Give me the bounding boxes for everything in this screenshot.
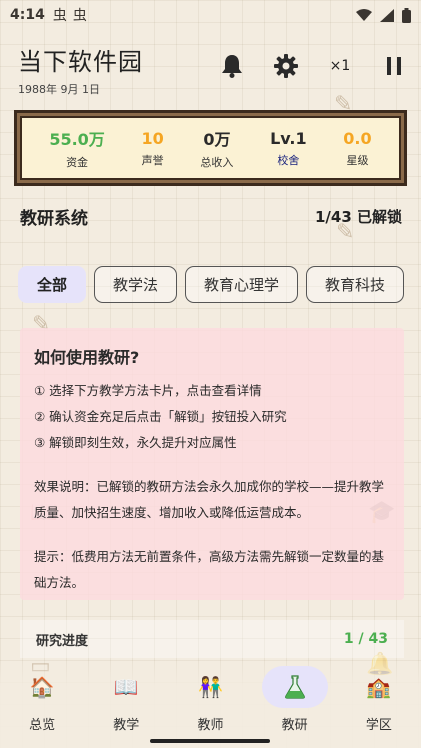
stat-label: 星级 [346,153,369,167]
app-header: 当下软件园 1988年 9月 1日 ×1 [18,42,408,98]
nav-teaching[interactable]: 📖 教学 [86,666,166,733]
status-time: 4:14 [10,7,45,23]
research-progress: 研究进度 1 / 43 [20,620,404,658]
category-tabs: 全部 教学法 教育心理学 教育科技 [18,266,421,304]
section-title: 教研系统 [20,209,88,229]
flask-icon [261,666,328,708]
help-card: 如何使用教研? ① 选择下方教学方法卡片，点击查看详情 ② 确认资金充足后点击「… [20,328,404,600]
tab-teaching-methods[interactable]: 教学法 [94,266,178,303]
help-title: 如何使用教研? [34,348,140,367]
stat-label: 校舍 [277,153,300,167]
stat-value: 0万 [203,130,231,149]
stat-value: Lv.1 [270,128,307,148]
stat-label: 总收入 [200,156,234,169]
book-icon: 📖 [113,675,139,699]
nav-overview[interactable]: 🏠 总览 [2,666,82,733]
bell-icon [222,55,242,78]
bottom-navigation: 🏠 总览 📖 教学 👫 教师 教研 🏫 学区 [0,660,421,748]
help-step: ① 选择下方教学方法卡片，点击查看详情 [34,383,262,398]
nav-label: 学区 [365,718,392,733]
nav-teachers[interactable]: 👫 教师 [170,666,250,733]
unlocked-count: 1/43 已解锁 [314,208,402,226]
stat-star-rating: 0.0 星级 [343,129,371,168]
help-effect-text: 效果说明：已解锁的教研方法会永久加成你的学校——提升教学质量、加快招生速度、增加… [34,479,385,520]
status-bar: 4:14 虫 虫 [0,0,421,30]
pause-button[interactable] [380,52,408,80]
stat-funds: 55.0万 资金 [49,126,104,170]
progress-value: 1 / 43 [343,631,388,647]
research-section-header: 教研系统 1/43 已解锁 [20,204,402,229]
notifications-button[interactable] [218,52,246,80]
notification-icons: 虫 虫 [53,5,87,25]
speed-button[interactable]: ×1 [326,52,354,80]
help-step: ③ 解锁即刻生效，永久提升对应属性 [34,435,237,450]
stats-panel: 55.0万 资金 10 声誉 0万 总收入 Lv.1 校舍 0.0 星级 [14,110,407,186]
tab-educational-psychology[interactable]: 教育心理学 [185,266,299,303]
stat-reputation: 10 声誉 [141,129,163,168]
nav-label: 总览 [29,718,56,733]
tab-education-technology[interactable]: 教育科技 [306,266,405,303]
nav-district[interactable]: 🏫 学区 [339,666,419,733]
nav-label: 教师 [197,718,224,733]
settings-button[interactable] [272,52,300,80]
pause-icon [387,57,401,75]
system-icons [356,7,411,23]
stat-campus-level[interactable]: Lv.1 校舍 [270,129,307,168]
stat-value: 55.0万 [49,130,105,149]
gear-icon [274,54,298,78]
people-icon: 👫 [198,675,223,699]
flask-icon [284,675,305,699]
nav-label: 教学 [113,718,140,733]
help-tip-text: 提示：低费用方法无前置条件，高级方法需先解锁一定数量的基础方法。 [34,549,385,590]
nav-research[interactable]: 教研 [255,666,335,733]
notification-bug-icon: 虫 [72,8,87,24]
stat-value: 0.0 [343,128,372,148]
wifi-icon [356,9,372,21]
tab-all[interactable]: 全部 [18,266,87,303]
nav-label: 教研 [281,718,308,733]
stat-value: 10 [141,128,164,148]
school-house-icon: 🏠 [29,675,55,699]
battery-icon [402,7,411,23]
notification-bug-icon: 虫 [52,8,67,24]
building-icon: 🏫 [366,675,392,699]
help-step: ② 确认资金充足后点击「解锁」按钮投入研究 [34,409,287,424]
home-indicator[interactable] [150,739,270,743]
stat-total-income: 0万 总收入 [200,126,233,170]
signal-icon [380,8,394,22]
stat-label: 声誉 [141,153,164,167]
header-actions: ×1 [218,52,408,80]
stat-label: 资金 [66,156,89,169]
game-date: 1988年 9月 1日 [18,83,100,96]
progress-label: 研究进度 [36,633,89,649]
